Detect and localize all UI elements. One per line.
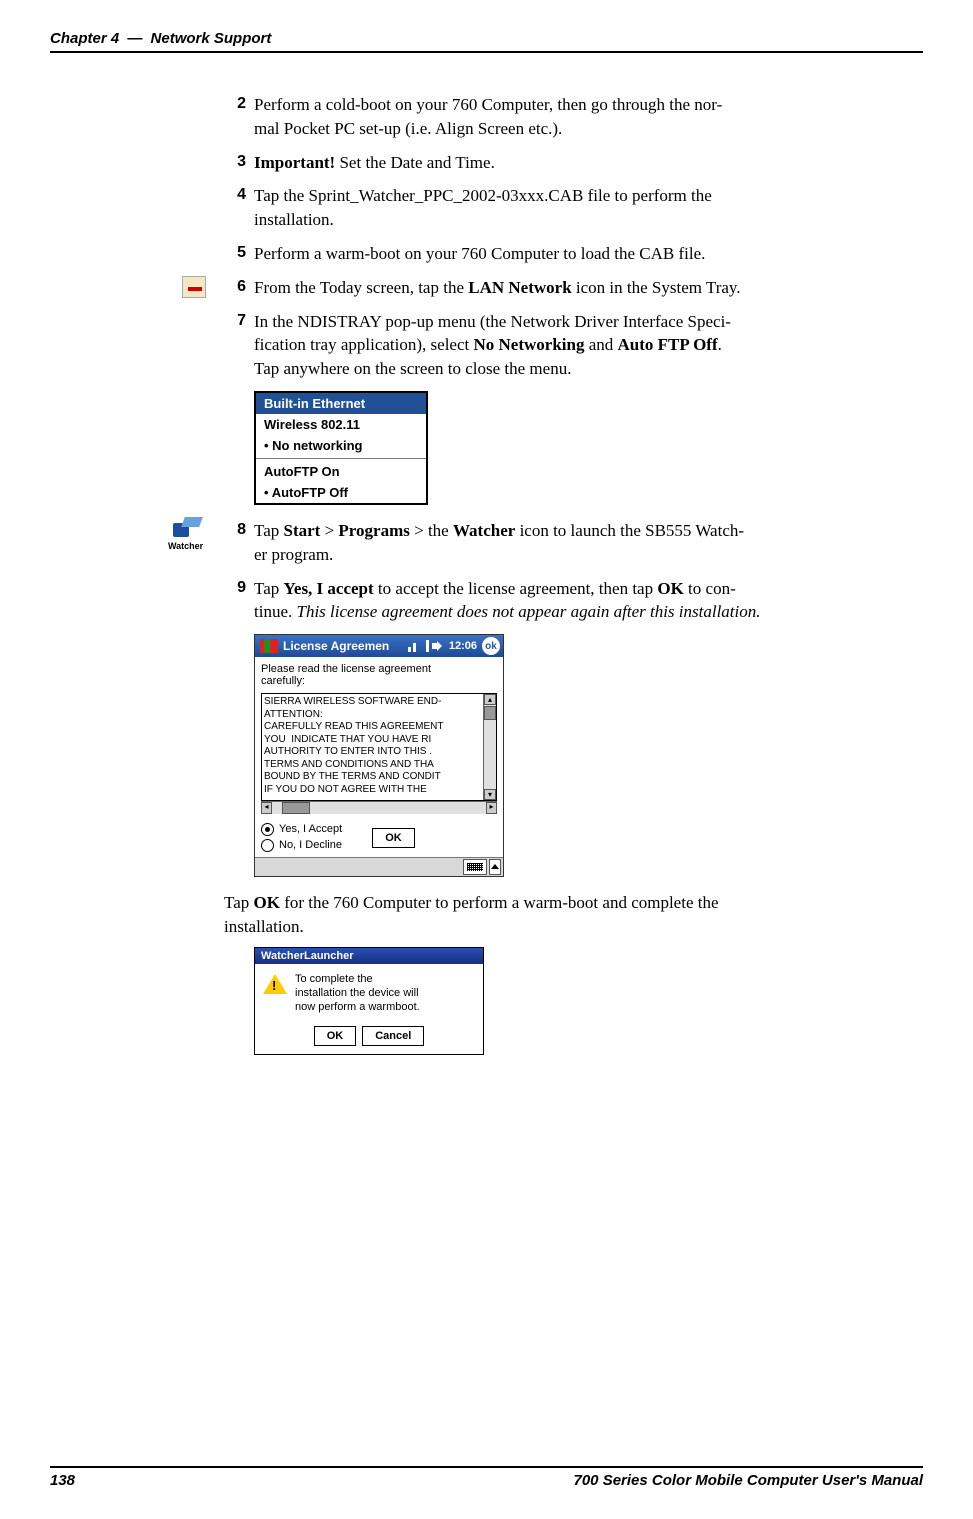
step-number: 4	[224, 184, 246, 232]
page-footer: 138 700 Series Color Mobile Computer Use…	[50, 1466, 923, 1489]
step-number: 3	[224, 151, 246, 175]
step-number: 6	[224, 276, 246, 300]
ok-button[interactable]: OK	[314, 1026, 357, 1046]
signal-icon	[426, 640, 429, 652]
page-number: 138	[50, 1472, 75, 1489]
warning-icon	[263, 974, 287, 994]
page-header: Chapter 4 — Network Support	[50, 30, 923, 53]
scroll-down-button[interactable]: ▾	[484, 789, 496, 800]
horizontal-scrollbar[interactable]: ◂ ▸	[261, 801, 497, 814]
chapter-title: Network Support	[151, 30, 272, 47]
cancel-button[interactable]: Cancel	[362, 1026, 424, 1046]
important-label: Important!	[254, 153, 335, 172]
scroll-left-button[interactable]: ◂	[261, 802, 272, 814]
menu-separator	[256, 458, 426, 459]
radio-yes-accept[interactable]: Yes, I Accept	[261, 822, 342, 837]
lan-network-label: LAN Network	[468, 278, 571, 297]
step-number: 9	[224, 577, 246, 625]
license-note-italic: This license agreement does not appear a…	[297, 602, 761, 621]
step-body: In the NDISTRAY pop-up menu (the Network…	[254, 310, 923, 381]
chapter-number: Chapter 4	[50, 30, 119, 47]
manual-title: 700 Series Color Mobile Computer User's …	[574, 1472, 924, 1489]
speaker-icon[interactable]	[432, 640, 444, 652]
license-agreement-window: License Agreemen 12:06 ok Please read th…	[254, 634, 504, 877]
step-number: 2	[224, 93, 246, 141]
scroll-up-button[interactable]: ▴	[484, 694, 496, 705]
lan-network-icon	[182, 276, 212, 298]
step-6: 6 From the Today screen, tap the LAN Net…	[224, 276, 923, 300]
ok-close-button[interactable]: ok	[482, 637, 500, 655]
step-number: 5	[224, 242, 246, 266]
radio-no-label: No, I Decline	[279, 838, 342, 853]
warmboot-paragraph: Tap OK for the 760 Computer to perform a…	[224, 891, 923, 939]
step-body: From the Today screen, tap the LAN Netwo…	[254, 276, 923, 300]
no-networking-label: No Networking	[474, 335, 585, 354]
step-body: Perform a cold-boot on your 760 Computer…	[254, 93, 923, 141]
menu-item-no-networking[interactable]: No networking	[256, 435, 426, 456]
license-intro-line1: Please read the license agreement	[261, 663, 497, 675]
scroll-right-button[interactable]: ▸	[486, 802, 497, 814]
scroll-thumb[interactable]	[282, 802, 310, 814]
menu-title: Built-in Ethernet	[256, 393, 426, 414]
sip-up-icon[interactable]	[489, 859, 501, 875]
license-text-box: SIERRA WIRELESS SOFTWARE END- ATTENTION:…	[261, 693, 497, 801]
auto-ftp-off-label: Auto FTP Off	[618, 335, 718, 354]
step-7: 7 In the NDISTRAY pop-up menu (the Netwo…	[224, 310, 923, 381]
dialog-message: To complete the installation the device …	[295, 972, 420, 1015]
step-8: 8 Tap Start > Programs > the Watcher ico…	[224, 519, 923, 567]
step-number: 7	[224, 310, 246, 381]
clock-time: 12:06	[449, 640, 477, 652]
menu-item-wireless[interactable]: Wireless 802.11	[256, 414, 426, 435]
step-body: Tap Start > Programs > the Watcher icon …	[254, 519, 923, 567]
watcherlauncher-dialog: WatcherLauncher To complete the installa…	[254, 947, 484, 1056]
radio-yes-label: Yes, I Accept	[279, 822, 342, 837]
license-text[interactable]: SIERRA WIRELESS SOFTWARE END- ATTENTION:…	[262, 694, 483, 800]
step-3: 3 Important! Set the Date and Time.	[224, 151, 923, 175]
license-intro-line2: carefully:	[261, 675, 497, 687]
step-4: 4 Tap the Sprint_Watcher_PPC_2002-03xxx.…	[224, 184, 923, 232]
step-9: 9 Tap Yes, I accept to accept the licens…	[224, 577, 923, 625]
watcher-icon-label: Watcher	[168, 541, 202, 551]
keyboard-icon[interactable]	[463, 859, 487, 875]
step-body: Tap Yes, I accept to accept the license …	[254, 577, 923, 625]
menu-item-autoftp-on[interactable]: AutoFTP On	[256, 461, 426, 482]
dialog-title: WatcherLauncher	[255, 948, 483, 964]
step-5: 5 Perform a warm-boot on your 760 Comput…	[224, 242, 923, 266]
ok-button[interactable]: OK	[372, 828, 415, 848]
window-title: License Agreemen	[283, 639, 389, 653]
step-2: 2 Perform a cold-boot on your 760 Comput…	[224, 93, 923, 141]
vertical-scrollbar[interactable]: ▴ ▾	[483, 694, 496, 800]
header-separator: —	[127, 30, 142, 47]
watcher-program-icon: Watcher	[168, 519, 198, 551]
window-titlebar: License Agreemen 12:06 ok	[255, 635, 503, 657]
step-body: Tap the Sprint_Watcher_PPC_2002-03xxx.CA…	[254, 184, 923, 232]
sip-bar	[255, 857, 503, 876]
ndistray-menu: Built-in Ethernet Wireless 802.11 No net…	[254, 391, 428, 505]
step-body: Perform a warm-boot on your 760 Computer…	[254, 242, 923, 266]
signal-icon	[408, 640, 422, 652]
radio-no-decline[interactable]: No, I Decline	[261, 838, 342, 853]
scroll-thumb[interactable]	[484, 706, 496, 720]
step-number: 8	[224, 519, 246, 567]
step-body: Important! Set the Date and Time.	[254, 151, 923, 175]
menu-item-autoftp-off[interactable]: AutoFTP Off	[256, 482, 426, 503]
start-flag-icon[interactable]	[260, 639, 278, 653]
